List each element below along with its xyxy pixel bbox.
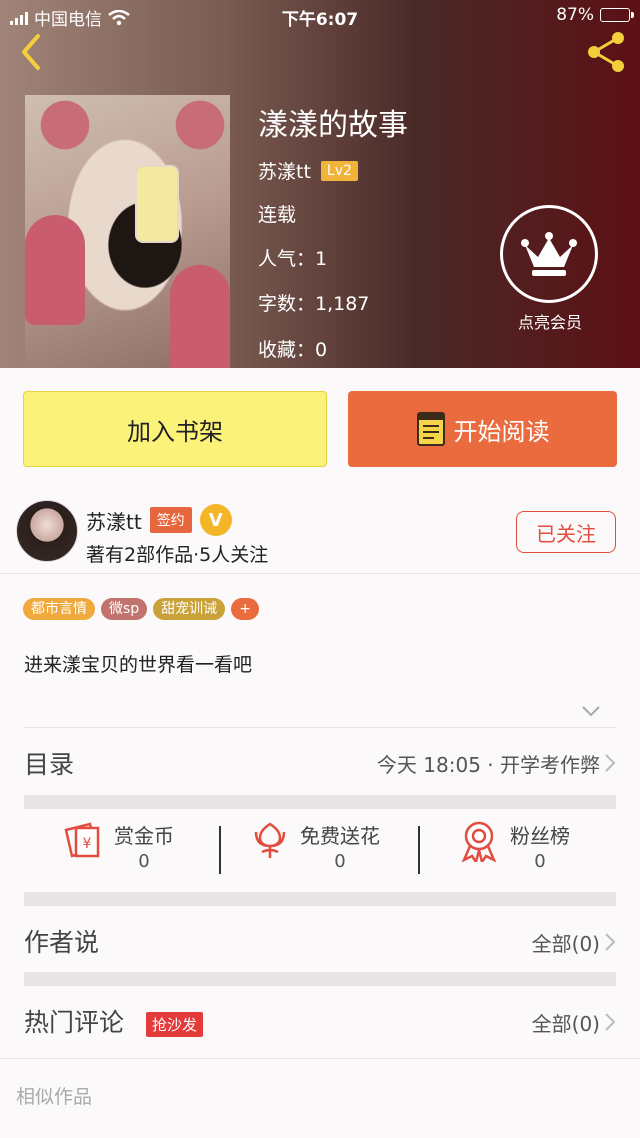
divider bbox=[418, 826, 420, 874]
reward-coins-button[interactable]: ¥ 赏金币 0 bbox=[62, 820, 174, 880]
tag-item[interactable]: 都市言情 bbox=[23, 598, 95, 620]
author-row[interactable]: 苏漾tt 签约 V 著有2部作品·5人关注 已关注 bbox=[0, 492, 640, 574]
add-to-shelf-button[interactable]: 加入书架 bbox=[23, 391, 327, 467]
battery-percent: 87% bbox=[556, 5, 594, 25]
book-author[interactable]: 苏漾tt bbox=[258, 157, 311, 184]
follow-button[interactable]: 已关注 bbox=[516, 511, 616, 553]
start-reading-button[interactable]: 开始阅读 bbox=[348, 391, 617, 467]
divider bbox=[0, 1058, 640, 1059]
chevron-right-icon bbox=[605, 754, 616, 772]
svg-text:¥: ¥ bbox=[83, 836, 92, 852]
vip-button[interactable]: 点亮会员 bbox=[500, 205, 600, 333]
author-name: 苏漾tt bbox=[86, 509, 142, 534]
divider bbox=[219, 826, 221, 874]
send-flowers-count: 0 bbox=[334, 851, 346, 872]
tag-list: 都市言情 微sp 甜宠训诫 + bbox=[23, 598, 259, 620]
fan-ranking-button[interactable]: 粉丝榜 0 bbox=[460, 820, 570, 880]
verified-v-icon: V bbox=[199, 504, 232, 536]
chevron-down-icon[interactable] bbox=[580, 704, 602, 718]
book-header: 中国电信 下午6:07 87% 漾漾的故事 苏漾tt Lv2 连载 人气：1 字… bbox=[0, 0, 640, 368]
book-cover-image[interactable] bbox=[25, 95, 230, 368]
fan-ranking-count: 0 bbox=[534, 851, 546, 872]
add-to-shelf-label: 加入书架 bbox=[127, 417, 223, 446]
toc-title: 目录 bbox=[24, 750, 75, 779]
book-favorites: 收藏：0 bbox=[258, 339, 328, 361]
start-reading-label: 开始阅读 bbox=[453, 417, 550, 446]
add-tag-button[interactable]: + bbox=[231, 598, 259, 620]
level-badge: Lv2 bbox=[320, 160, 358, 181]
send-flowers-button[interactable]: 免费送花 0 bbox=[252, 820, 380, 880]
hot-comments-title: 热门评论 bbox=[24, 1008, 125, 1037]
chevron-right-icon bbox=[605, 1013, 616, 1031]
toc-latest-chapter: 今天 18:05 · 开学考作弊 bbox=[376, 753, 600, 777]
book-word-count: 字数：1,187 bbox=[258, 293, 370, 315]
book-popularity: 人气：1 bbox=[258, 248, 328, 270]
book-icon bbox=[416, 412, 445, 446]
send-flowers-label: 免费送花 bbox=[300, 824, 380, 848]
section-gap bbox=[24, 972, 616, 986]
tag-item[interactable]: 甜宠训诫 bbox=[153, 598, 226, 620]
vip-label: 点亮会员 bbox=[517, 313, 582, 332]
hot-comments-all-link[interactable]: 全部(0) bbox=[532, 1008, 600, 1037]
status-time: 下午6:07 bbox=[281, 10, 359, 30]
author-avatar[interactable] bbox=[16, 500, 78, 562]
author-summary: 著有2部作品·5人关注 bbox=[86, 544, 269, 566]
ribbon-medal-icon bbox=[461, 821, 497, 862]
book-status: 连载 bbox=[258, 204, 297, 226]
reward-coins-label: 赏金币 bbox=[114, 824, 174, 848]
reward-coins-count: 0 bbox=[138, 851, 150, 872]
coin-envelope-icon: ¥ bbox=[64, 822, 100, 858]
back-arrow-icon[interactable] bbox=[12, 30, 52, 74]
fan-ranking-label: 粉丝榜 bbox=[510, 824, 570, 848]
book-title: 漾漾的故事 bbox=[258, 108, 408, 143]
chevron-right-icon bbox=[605, 933, 616, 951]
section-gap bbox=[24, 795, 616, 809]
crown-icon bbox=[521, 232, 577, 276]
tag-item[interactable]: 微sp bbox=[101, 598, 148, 620]
sign-badge: 签约 bbox=[149, 507, 192, 533]
battery-icon bbox=[600, 8, 634, 22]
follow-label: 已关注 bbox=[536, 521, 596, 546]
first-comment-badge[interactable]: 抢沙发 bbox=[146, 1012, 204, 1037]
similar-works-heading: 相似作品 bbox=[16, 1086, 93, 1108]
status-bar: 中国电信 下午6:07 87% bbox=[0, 0, 640, 32]
author-says-all-link[interactable]: 全部(0) bbox=[532, 928, 600, 957]
share-icon[interactable] bbox=[582, 28, 630, 76]
author-says-title: 作者说 bbox=[24, 928, 100, 957]
section-gap bbox=[24, 892, 616, 906]
flower-icon bbox=[254, 822, 286, 858]
divider bbox=[24, 727, 616, 728]
book-synopsis: 进来漾宝贝的世界看一看吧 bbox=[24, 654, 253, 676]
